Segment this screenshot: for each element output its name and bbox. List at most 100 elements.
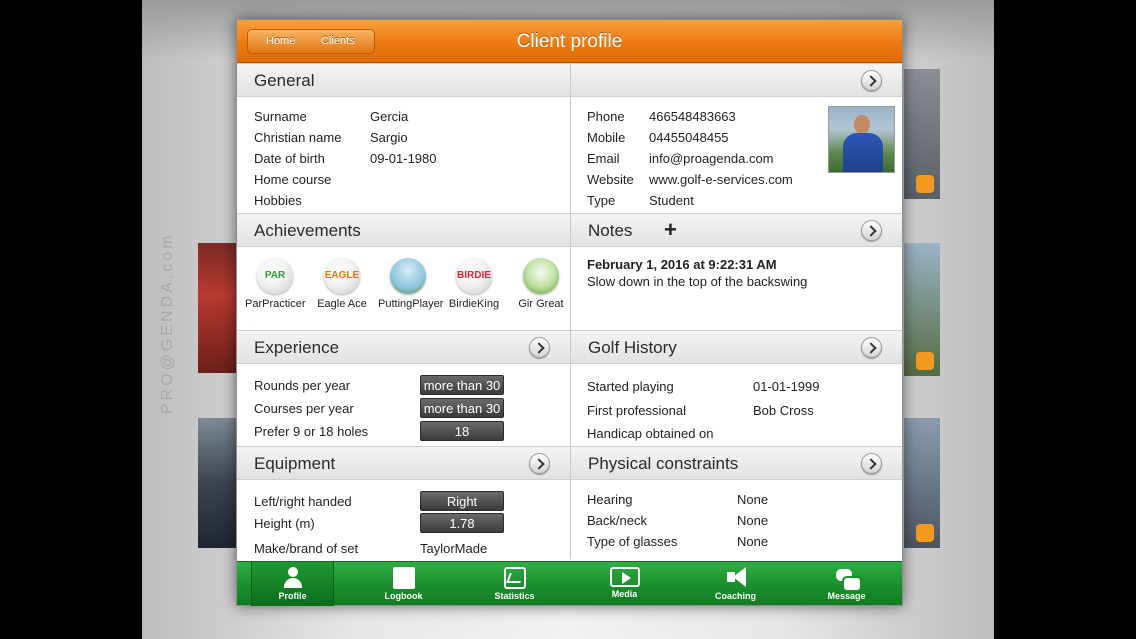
- contact-label: Website: [587, 172, 634, 187]
- achievement-badge[interactable]: BIRDIE BirdieKing: [444, 258, 504, 311]
- page-title: Client profile: [516, 31, 623, 52]
- value-pill[interactable]: Right: [420, 491, 504, 511]
- tab-label: Logbook: [384, 591, 423, 601]
- contact-value: Student: [649, 193, 694, 208]
- contact-label: Phone: [587, 109, 625, 124]
- field-value: Bob Cross: [753, 403, 814, 418]
- value-pill[interactable]: 18: [420, 421, 504, 441]
- field-value: None: [737, 492, 769, 507]
- field-label: Prefer 9 or 18 holes: [254, 424, 369, 439]
- achievements-heading: Achievements: [254, 221, 361, 240]
- tab-label: Statistics: [494, 591, 535, 601]
- tab-label: Message: [827, 591, 866, 601]
- client-photo[interactable]: [828, 106, 895, 173]
- general-section-header: General: [237, 63, 570, 97]
- contact-value[interactable]: info@proagenda.com: [649, 151, 774, 166]
- column-divider: [570, 63, 571, 559]
- client-profile-panel: Home Clients Client profile General Surn…: [236, 19, 903, 606]
- field-label: Make/brand of set: [254, 541, 359, 556]
- contact-value[interactable]: 466548483663: [649, 109, 736, 124]
- briefcase-icon: [916, 175, 934, 193]
- achievements-section-header: Achievements: [237, 213, 570, 247]
- note-date[interactable]: February 1, 2016 at 9:22:31 AM: [587, 257, 887, 272]
- contact-section-header[interactable]: [571, 63, 902, 97]
- photo-head: [854, 115, 870, 134]
- contact-value[interactable]: www.golf-e-services.com: [649, 172, 793, 187]
- tab-logbook[interactable]: Logbook: [362, 562, 445, 606]
- chevron-right-icon[interactable]: [529, 337, 550, 358]
- tab-coaching[interactable]: Coaching: [694, 562, 777, 606]
- tab-statistics[interactable]: Statistics: [473, 562, 556, 606]
- achievement-label: Par: [245, 298, 263, 310]
- physical-heading: Physical constraints: [588, 454, 739, 473]
- tab-media[interactable]: Media: [583, 562, 666, 606]
- plus-icon[interactable]: +: [664, 216, 677, 244]
- value-pill[interactable]: more than 30: [420, 398, 504, 418]
- chevron-right-icon[interactable]: [529, 453, 550, 474]
- general-heading: General: [254, 71, 315, 90]
- experience-section-header[interactable]: Experience: [237, 330, 570, 364]
- background-photo-tile: [904, 243, 940, 376]
- field-label: Left/right handed: [254, 494, 352, 509]
- field-value: 09-01-1980: [370, 151, 437, 166]
- value-pill[interactable]: more than 30: [420, 375, 504, 395]
- field-label: Hobbies: [254, 193, 302, 208]
- chat-icon: [835, 567, 862, 592]
- chevron-right-icon[interactable]: [861, 337, 882, 358]
- tab-label: Coaching: [714, 591, 756, 601]
- achievement-badge[interactable]: Gir Great: [511, 258, 571, 311]
- achievement-badge[interactable]: PuttingPlayer: [378, 258, 443, 311]
- megaphone-icon: [725, 567, 747, 589]
- contact-value[interactable]: 04455048455: [649, 130, 729, 145]
- par-ball-icon: PAR: [257, 258, 293, 294]
- achievement-label: King: [477, 298, 500, 310]
- achievement-label: Gir Great: [518, 298, 564, 310]
- achievement-label: Practicer: [262, 298, 306, 310]
- golf-history-heading: Golf History: [588, 338, 677, 357]
- notes-section-header[interactable]: Notes +: [571, 213, 902, 247]
- chart-icon: [503, 567, 526, 589]
- background-photo-tile: [904, 418, 940, 548]
- field-label: Started playing: [587, 379, 674, 394]
- field-label: Type of glasses: [587, 534, 678, 549]
- physical-section-header[interactable]: Physical constraints: [571, 446, 902, 480]
- photo-body: [843, 133, 883, 172]
- field-value: TaylorMade: [420, 541, 488, 556]
- field-value: Sargio: [370, 130, 408, 145]
- achievement-label: Birdie: [448, 298, 478, 310]
- value-pill[interactable]: 1.78: [420, 513, 504, 533]
- background-photo-tile: [904, 69, 940, 199]
- field-value: None: [737, 534, 769, 549]
- chevron-right-icon[interactable]: [861, 453, 882, 474]
- background-photo-tile: [198, 418, 238, 548]
- chevron-right-icon[interactable]: [861, 220, 882, 241]
- achievement-badge[interactable]: EAGLE Eagle Ace: [312, 258, 372, 311]
- note-text[interactable]: Slow down in the top of the backswing: [587, 274, 887, 289]
- chevron-right-icon[interactable]: [861, 70, 882, 91]
- field-label: Rounds per year: [254, 378, 351, 393]
- achievement-badge[interactable]: PAR ParPracticer: [245, 258, 306, 311]
- background-photo-tile: [198, 243, 238, 373]
- field-label: Height (m): [254, 516, 315, 531]
- field-value: 01-01-1999: [753, 379, 820, 394]
- notes-heading: Notes: [588, 221, 633, 240]
- golf-history-section-header[interactable]: Golf History: [571, 330, 902, 364]
- network-icon: [916, 352, 934, 370]
- contact-label: Email: [587, 151, 620, 166]
- field-label: Back/neck: [587, 513, 647, 528]
- tab-bar: Profile Logbook Statistics Media Coachin…: [237, 561, 902, 606]
- birdie-ball-icon: BIRDIE: [456, 258, 492, 294]
- putting-icon: [390, 258, 426, 294]
- equipment-section-header[interactable]: Equipment: [237, 446, 570, 480]
- field-label: Handicap obtained on: [587, 426, 714, 441]
- person-marker-icon: [916, 524, 934, 542]
- experience-heading: Experience: [254, 338, 340, 357]
- field-label: First professional: [587, 403, 686, 418]
- field-label: Courses per year: [254, 401, 354, 416]
- flag-green-icon: [523, 258, 559, 294]
- navigation-bar: Home Clients Client profile: [237, 20, 902, 63]
- tab-message[interactable]: Message: [805, 562, 888, 606]
- tab-profile[interactable]: Profile: [251, 562, 334, 606]
- person-icon: [282, 567, 304, 589]
- tab-label: Profile: [278, 591, 307, 601]
